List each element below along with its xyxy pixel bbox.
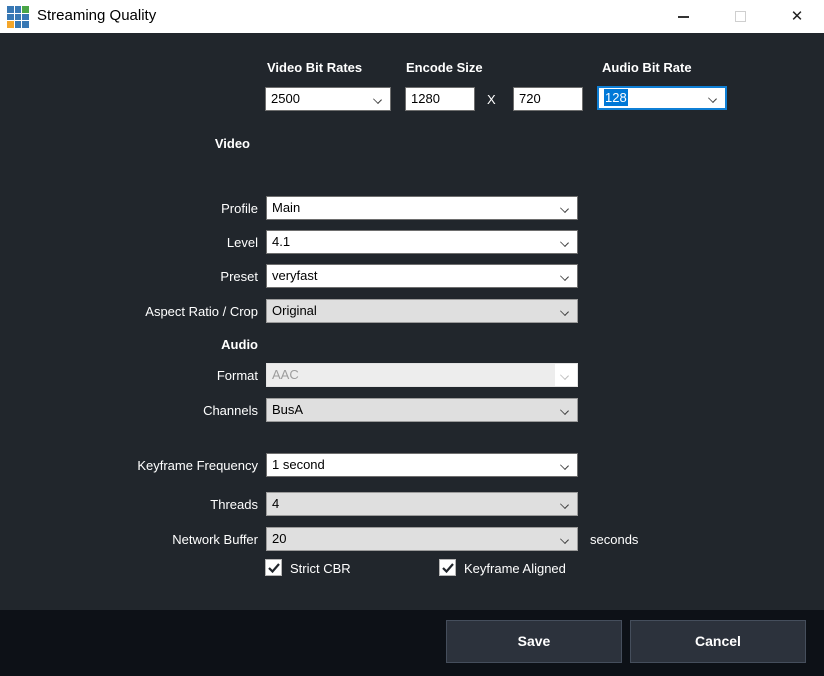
- preset-label: Preset: [58, 269, 258, 284]
- encode-size-separator: X: [487, 92, 496, 107]
- level-combobox[interactable]: 4.1: [266, 230, 578, 254]
- audio-section-header: Audio: [108, 337, 258, 352]
- chevron-down-icon: [708, 94, 717, 103]
- video-section-header: Video: [100, 136, 250, 151]
- aspect-ratio-crop-combobox[interactable]: Original: [266, 299, 578, 323]
- preset-combobox[interactable]: veryfast: [266, 264, 578, 288]
- chevron-down-icon: [560, 238, 569, 247]
- chevron-down-icon: [560, 406, 569, 415]
- chevron-down-icon: [560, 272, 569, 281]
- save-button[interactable]: Save: [446, 620, 622, 663]
- aspect-ratio-crop-label: Aspect Ratio / Crop: [58, 304, 258, 319]
- chevron-down-icon: [560, 204, 569, 213]
- keyframe-frequency-label: Keyframe Frequency: [58, 458, 258, 473]
- channels-combobox[interactable]: BusA: [266, 398, 578, 422]
- profile-label: Profile: [58, 201, 258, 216]
- profile-combobox[interactable]: Main: [266, 196, 578, 220]
- check-icon: [268, 563, 280, 573]
- video-bit-rates-label: Video Bit Rates: [267, 60, 362, 75]
- cancel-button[interactable]: Cancel: [630, 620, 806, 663]
- close-button[interactable]: ✕: [774, 0, 820, 33]
- maximize-icon: [735, 11, 746, 22]
- level-label: Level: [58, 235, 258, 250]
- titlebar[interactable]: Streaming Quality ✕: [0, 0, 824, 33]
- selected-text: 128: [604, 89, 628, 106]
- video-bit-rates-combobox[interactable]: 2500: [265, 87, 391, 111]
- network-buffer-suffix: seconds: [590, 532, 638, 547]
- threads-combobox[interactable]: 4: [266, 492, 578, 516]
- network-buffer-combobox[interactable]: 20: [266, 527, 578, 551]
- keyframe-frequency-combobox[interactable]: 1 second: [266, 453, 578, 477]
- format-combobox: AAC: [266, 363, 578, 387]
- close-icon: ✕: [791, 9, 804, 24]
- strict-cbr-checkbox[interactable]: [265, 559, 282, 576]
- network-buffer-label: Network Buffer: [58, 532, 258, 547]
- minimize-icon: [678, 16, 689, 18]
- channels-label: Channels: [58, 403, 258, 418]
- format-label: Format: [58, 368, 258, 383]
- check-icon: [442, 563, 454, 573]
- app-logo-icon: [7, 6, 29, 28]
- chevron-down-icon: [373, 95, 382, 104]
- encode-height-input[interactable]: 720: [513, 87, 583, 111]
- encode-size-label: Encode Size: [406, 60, 483, 75]
- streaming-quality-dialog: Streaming Quality ✕ Video Bit Rates Enco…: [0, 0, 824, 676]
- keyframe-aligned-label: Keyframe Aligned: [464, 561, 566, 576]
- encode-width-input[interactable]: 1280: [405, 87, 475, 111]
- chevron-down-icon: [560, 535, 569, 544]
- minimize-button[interactable]: [660, 0, 706, 33]
- window-title: Streaming Quality: [37, 7, 156, 24]
- strict-cbr-label: Strict CBR: [290, 561, 351, 576]
- keyframe-aligned-checkbox[interactable]: [439, 559, 456, 576]
- chevron-down-icon: [560, 307, 569, 316]
- audio-bit-rate-combobox[interactable]: 128: [597, 86, 727, 110]
- threads-label: Threads: [58, 497, 258, 512]
- chevron-down-icon: [560, 461, 569, 470]
- chevron-down-icon: [560, 500, 569, 509]
- audio-bit-rate-label: Audio Bit Rate: [602, 60, 692, 75]
- maximize-button: [717, 0, 763, 33]
